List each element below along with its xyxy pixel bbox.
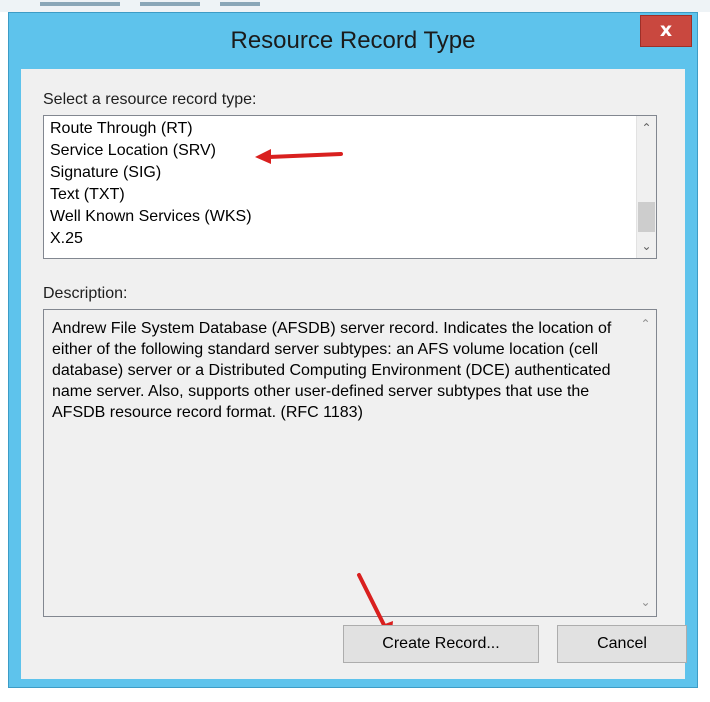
cancel-button[interactable]: Cancel <box>557 625 687 663</box>
create-record-button[interactable]: Create Record... <box>343 625 539 663</box>
background-fragment <box>140 2 200 6</box>
dialog-title: Resource Record Type <box>230 27 476 54</box>
list-item[interactable]: Text (TXT) <box>50 186 125 204</box>
background-window-strip <box>0 0 710 12</box>
list-item[interactable]: Well Known Services (WKS) <box>50 208 252 226</box>
description-box: Andrew File System Database (AFSDB) serv… <box>43 309 657 617</box>
list-item[interactable]: Service Location (SRV) <box>50 142 216 160</box>
description-scrollbar[interactable]: ⌃ ⌄ <box>636 310 656 616</box>
record-list-scrollbar[interactable]: ⌃ ⌄ <box>636 116 656 258</box>
description-text: Andrew File System Database (AFSDB) serv… <box>52 320 612 421</box>
record-type-label: Select a resource record type: <box>43 91 257 108</box>
description-label: Description: <box>43 285 128 302</box>
scroll-down-icon[interactable]: ⌄ <box>637 236 656 256</box>
close-button[interactable]: x <box>640 15 692 47</box>
annotation-arrow-icon <box>255 149 343 164</box>
list-item[interactable]: X.25 <box>50 230 83 248</box>
list-item[interactable]: Signature (SIG) <box>50 164 161 182</box>
dialog-body: Select a resource record type: Route Thr… <box>21 69 687 679</box>
title-bar[interactable]: Resource Record Type x <box>9 13 697 69</box>
scroll-up-icon[interactable]: ⌃ <box>636 314 655 334</box>
list-item[interactable]: Route Through (RT) <box>50 120 193 138</box>
scroll-up-icon[interactable]: ⌃ <box>637 118 656 138</box>
record-type-list[interactable]: Route Through (RT) Service Location (SRV… <box>43 115 657 259</box>
scroll-down-icon[interactable]: ⌄ <box>636 592 655 612</box>
background-fragment <box>40 2 120 6</box>
background-fragment <box>220 2 260 6</box>
resource-record-type-dialog: Resource Record Type x Select a resource… <box>8 12 698 688</box>
scrollbar-thumb[interactable] <box>638 202 655 232</box>
close-icon: x <box>659 19 673 41</box>
